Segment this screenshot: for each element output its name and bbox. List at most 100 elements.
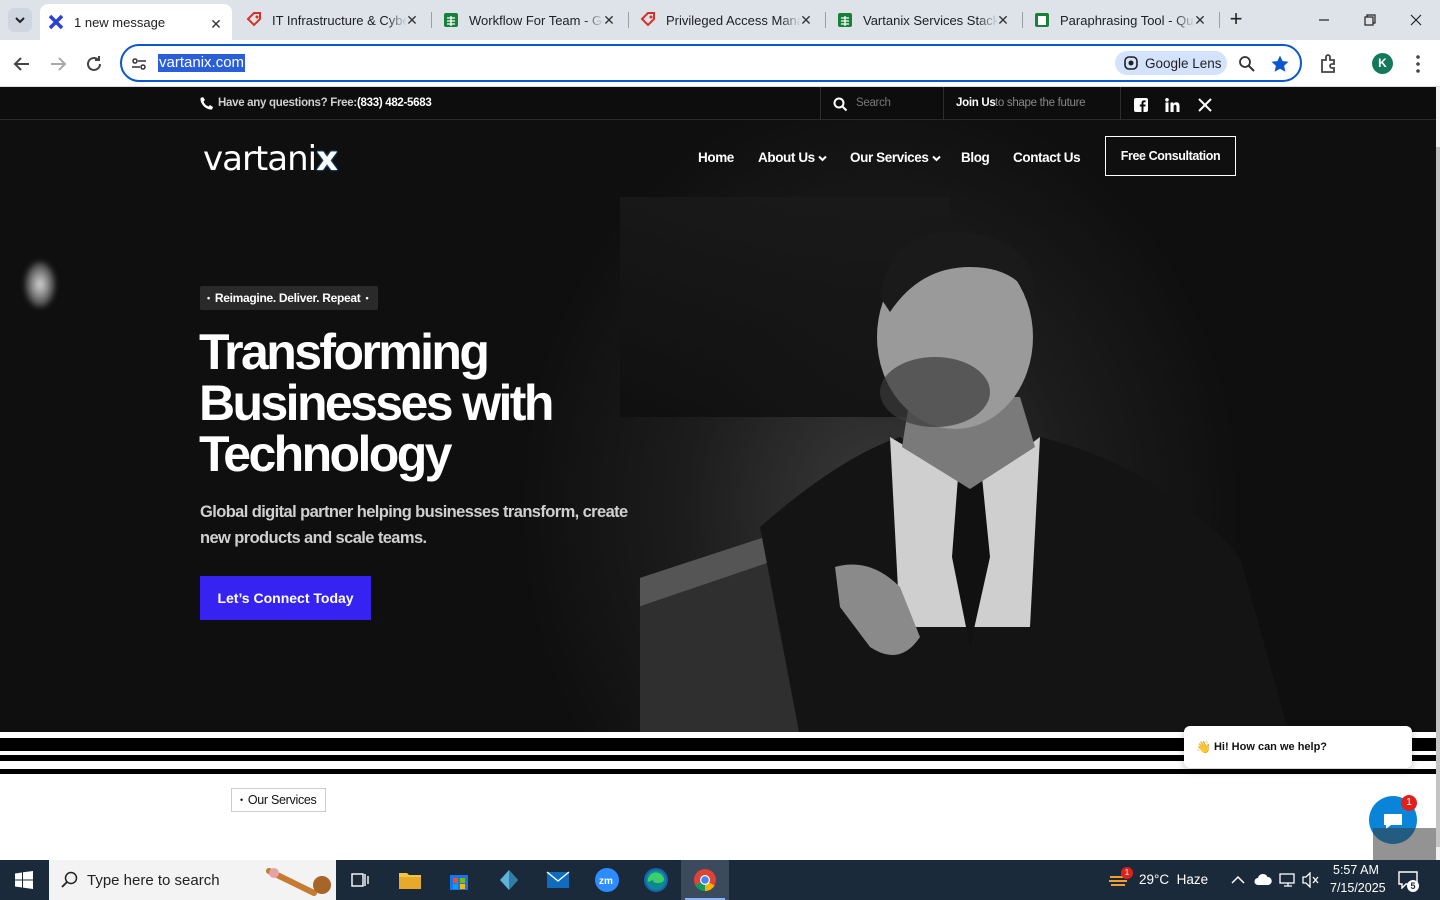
chrome-icon (694, 869, 716, 891)
lens-label: Google Lens (1145, 55, 1222, 71)
clock-date[interactable]: 7/15/2025 (1330, 881, 1386, 895)
tab-separator (825, 12, 826, 28)
back-arrow-icon[interactable] (10, 52, 34, 76)
forward-arrow-icon[interactable] (46, 52, 70, 76)
join-us-link[interactable]: Join Us (956, 97, 996, 109)
nav-contact-us[interactable]: Contact Us (1013, 150, 1081, 165)
zoom-app-icon: zm (595, 868, 619, 892)
close-icon[interactable]: ✕ (404, 12, 420, 28)
zoom-icon[interactable] (1238, 55, 1256, 73)
hero-tagline: Reimagine. Deliver. Repeat (214, 291, 361, 305)
linkedin-icon[interactable] (1165, 98, 1180, 112)
tab-search-button[interactable] (8, 8, 32, 32)
store-button[interactable] (435, 860, 483, 900)
facebook-icon[interactable] (1134, 98, 1148, 112)
store-icon (450, 875, 468, 890)
windows-start-icon[interactable] (15, 871, 33, 889)
hero-subtext: Global digital partner helping businesse… (200, 503, 628, 547)
extensions-puzzle-icon[interactable] (1317, 52, 1341, 76)
task-view-button[interactable] (336, 860, 384, 900)
tab-separator (1219, 12, 1220, 28)
tab-separator (431, 12, 432, 28)
close-icon[interactable]: ✕ (208, 16, 224, 32)
join-us-tagline: to shape the future (995, 97, 1086, 109)
close-icon[interactable]: ✕ (601, 12, 617, 28)
vartanix-logo[interactable]: vartanix (203, 139, 338, 179)
minimize-button[interactable] (1316, 12, 1332, 28)
top-divider (1120, 87, 1121, 120)
close-icon[interactable]: ✕ (1192, 12, 1208, 28)
address-bar[interactable]: vartanix.com Google Lens (120, 44, 1302, 82)
reload-icon[interactable] (82, 52, 106, 76)
phone-number-link[interactable]: (833) 482-5683 (357, 97, 432, 109)
services-section (0, 777, 1436, 860)
tab-services-stack[interactable]: Vartanix Services Stack ✕ (827, 0, 1019, 40)
nav-home[interactable]: Home (698, 150, 734, 165)
chat-greeting-bubble[interactable]: 👋 Hi! How can we help? (1184, 726, 1412, 768)
our-services-tag: • Our Services (231, 788, 326, 812)
hero-tagline-badge: • Reimagine. Deliver. Repeat • (200, 286, 379, 310)
chat-unread-badge: 1 (1401, 795, 1417, 811)
edge-button[interactable] (632, 860, 680, 900)
lets-connect-button[interactable]: Let’s Connect Today (200, 576, 371, 620)
new-tab-button[interactable]: + (1224, 8, 1248, 32)
chrome-button[interactable] (681, 860, 729, 900)
network-icon[interactable] (1279, 872, 1297, 888)
tab-title: Privileged Access Management (666, 12, 801, 28)
tag-favicon-icon (640, 12, 655, 27)
scroll-to-top-area[interactable] (1373, 828, 1436, 860)
tab-privileged-access[interactable]: Privileged Access Management ✕ (630, 0, 822, 40)
free-consultation-button[interactable]: Free Consultation (1105, 136, 1236, 176)
windows-taskbar: Type here to search zm 1 29°C Haze 5:57 … (0, 860, 1440, 900)
taskbar-search-box[interactable]: Type here to search (49, 860, 336, 900)
site-search-input[interactable]: Search (856, 97, 891, 109)
zoom-app-button[interactable]: zm (583, 860, 631, 900)
site-settings-icon[interactable] (130, 55, 148, 73)
task-view-icon (351, 873, 369, 887)
tab-title: Vartanix Services Stack (863, 12, 998, 28)
vartanix-favicon-icon (48, 14, 64, 30)
tab-separator (628, 12, 629, 28)
page-scrollbar[interactable] (1436, 87, 1440, 860)
top-divider (820, 87, 821, 120)
tab-workflow-sheet[interactable]: Workflow For Team - Google Sheets ✕ (433, 0, 625, 40)
google-lens-button[interactable]: Google Lens (1115, 51, 1227, 75)
close-icon[interactable]: ✕ (995, 12, 1011, 28)
clock-time[interactable]: 5:57 AM (1333, 863, 1379, 877)
web-page: Have any questions? Free: (833) 482-5683… (0, 87, 1440, 860)
volume-muted-icon[interactable] (1302, 872, 1320, 888)
tab-it-infrastructure[interactable]: IT Infrastructure & Cybersecurity ✕ (236, 0, 428, 40)
profile-avatar[interactable]: K (1372, 53, 1393, 74)
nav-our-services[interactable]: Our Services (850, 150, 941, 165)
search-icon[interactable] (833, 97, 848, 112)
hero-person-image (640, 231, 1290, 737)
chevron-down-icon (818, 155, 827, 162)
url-text[interactable]: vartanix.com (158, 54, 246, 72)
tab-paraphrasing[interactable]: Paraphrasing Tool - QuillBot ✕ (1024, 0, 1216, 40)
google-sheets-icon (444, 13, 458, 27)
close-window-button[interactable] (1408, 12, 1424, 28)
kebab-menu-icon[interactable] (1406, 52, 1430, 76)
x-twitter-icon[interactable] (1198, 98, 1212, 112)
folder-icon (399, 873, 421, 889)
mail-button[interactable] (534, 860, 582, 900)
app-kite-button[interactable] (485, 860, 533, 900)
restore-button[interactable] (1362, 12, 1378, 28)
close-icon[interactable]: ✕ (798, 12, 814, 28)
bullet-dot: • (365, 293, 369, 303)
hero-heading-line-3: Technology (199, 426, 452, 482)
edge-icon (644, 868, 668, 892)
cloud-sync-icon[interactable] (1254, 873, 1272, 887)
chevron-up-icon[interactable] (1231, 874, 1245, 886)
mail-icon (546, 871, 570, 888)
file-explorer-button[interactable] (386, 860, 434, 900)
tab-vartanix[interactable]: 1 new message ✕ (40, 4, 232, 40)
bookmark-star-icon[interactable] (1270, 54, 1290, 74)
wave-emoji-icon: 👋 (1196, 740, 1211, 754)
tab-title: IT Infrastructure & Cybersecurity (272, 12, 407, 28)
nav-blog[interactable]: Blog (961, 150, 990, 165)
weather-text[interactable]: 29°C Haze (1139, 872, 1208, 887)
tab-title: 1 new message (74, 14, 166, 30)
nav-about-us[interactable]: About Us (758, 150, 827, 165)
weather-badge: 1 (1121, 867, 1133, 879)
